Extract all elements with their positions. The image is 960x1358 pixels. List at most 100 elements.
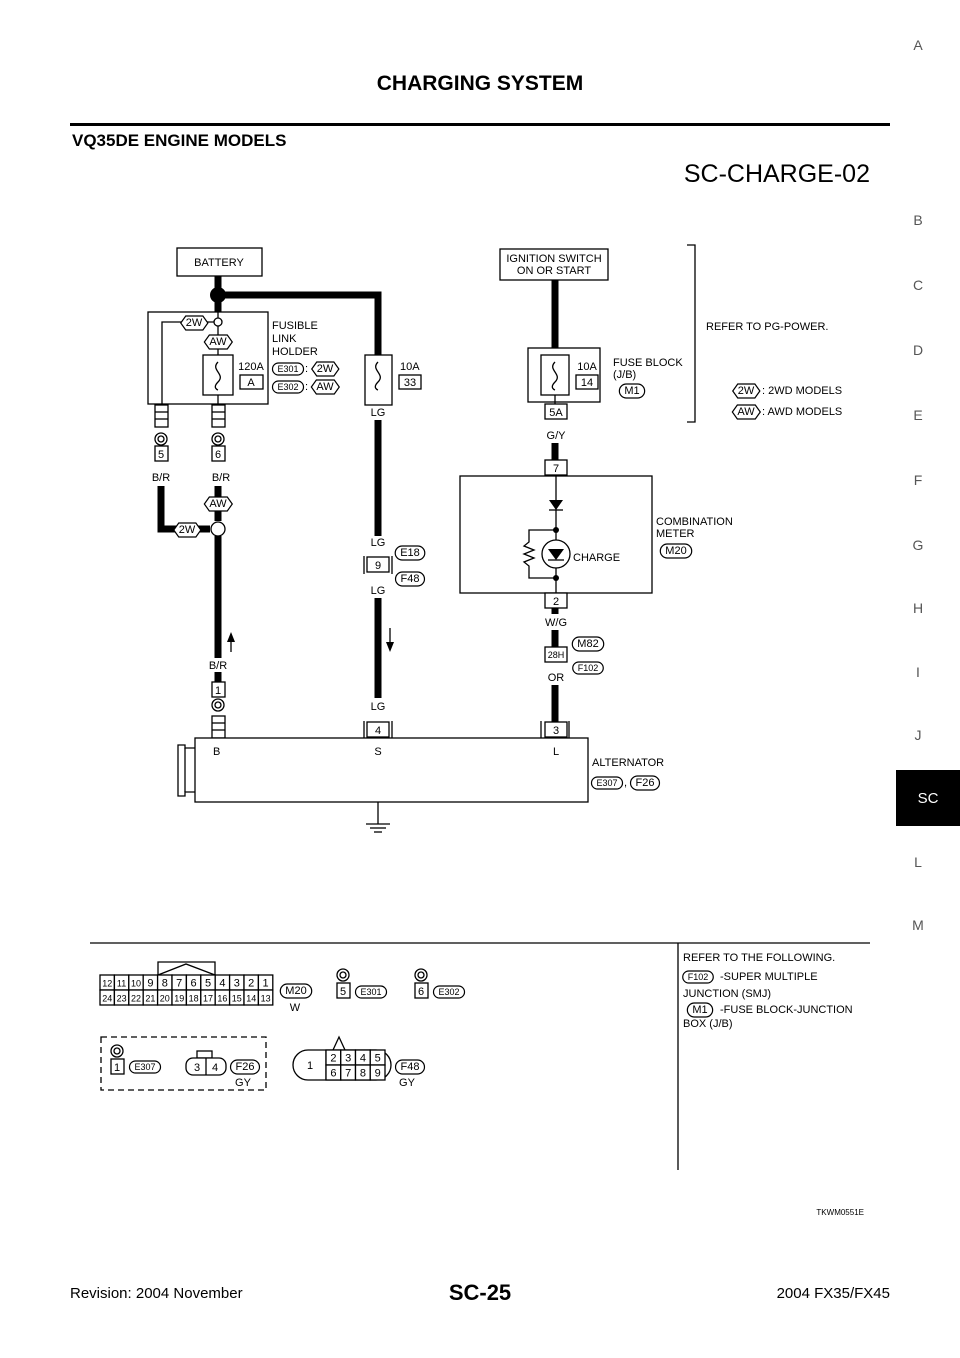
terminal-28h: 28H (548, 650, 565, 660)
pin-label: 3 (345, 1053, 351, 1065)
wire-color-wg: W/G (545, 617, 567, 629)
legend-tag-2w: 2W (738, 385, 755, 397)
colon: : (305, 381, 308, 393)
fuse-120a-box (202, 354, 234, 396)
holder-label-3: HOLDER (272, 346, 318, 358)
alternator-mount (177, 744, 195, 797)
tag-e301: E301 (360, 987, 381, 997)
alternator-terminal-b: B (213, 746, 220, 758)
junction (210, 521, 226, 537)
tag-f26: F26 (636, 777, 655, 789)
tag-2w: 2W (317, 363, 334, 375)
pin-label: 7 (345, 1068, 351, 1080)
terminal-2: 2 (553, 596, 559, 608)
tag-e301: E301 (277, 364, 298, 374)
connector-tab (196, 1050, 213, 1059)
tag-m1: M1 (624, 385, 639, 397)
pin-label: 13 (261, 994, 271, 1004)
charge-lamp-label: CHARGE (573, 552, 620, 564)
holder-label-2: LINK (272, 333, 297, 345)
pin-label: 20 (160, 994, 170, 1004)
pin-4: 4 (212, 1062, 218, 1074)
pin-label: 6 (191, 978, 197, 990)
pin-label: 5 (375, 1053, 381, 1065)
tag-2w: 2W (179, 524, 196, 536)
pin-label: 2 (248, 978, 254, 990)
pin-6: 6 (418, 986, 424, 998)
connector-stack (154, 404, 226, 428)
pin-label: 21 (145, 994, 155, 1004)
alternator-box (194, 737, 589, 803)
fuse-120a-location: A (247, 377, 255, 389)
pin-label: 19 (174, 994, 184, 1004)
connector-m20-face (157, 961, 216, 976)
wire-color-lg: LG (371, 585, 386, 597)
pin-label: 22 (131, 994, 141, 1004)
tag-m1: M1 (692, 1004, 707, 1016)
reference-line: BOX (J/B) (683, 1018, 733, 1030)
wire-color-br: B/R (212, 472, 230, 484)
pin-5: 5 (340, 986, 346, 998)
terminal-5: 5 (158, 449, 164, 461)
terminal-3: 3 (553, 725, 559, 737)
holder-label-1: FUSIBLE (272, 320, 318, 332)
colon: : (305, 363, 308, 375)
pin-label: 10 (131, 979, 141, 989)
pin-label: 1 (263, 978, 269, 990)
pin-label: 2 (330, 1053, 336, 1065)
fuse-10a-box (364, 354, 393, 406)
tag-e18: E18 (400, 547, 420, 559)
pin-label: 8 (360, 1068, 366, 1080)
reference-title: REFER TO THE FOLLOWING. (683, 952, 835, 964)
current-arrow-down-icon (386, 642, 394, 652)
tag-f102: F102 (688, 972, 709, 982)
terminal-4: 4 (375, 725, 381, 737)
pin-label: 4 (360, 1053, 366, 1065)
terminal-7: 7 (553, 463, 559, 475)
fuse-block-label-2: (J/B) (613, 369, 636, 381)
alternator-terminal-s: S (374, 746, 381, 758)
fuse-box (540, 354, 570, 396)
connector-color: GY (235, 1077, 252, 1089)
wire-color-or: OR (548, 672, 565, 684)
pin-label: 6 (330, 1068, 336, 1080)
fuse-block-location: 14 (581, 377, 593, 389)
wire-color-br: B/R (209, 660, 227, 672)
pin-label: 14 (246, 994, 256, 1004)
pin-3: 3 (194, 1062, 200, 1074)
ignition-label-1: IGNITION SWITCH (506, 253, 601, 265)
pin-label: 8 (162, 978, 168, 990)
tag-m20: M20 (285, 985, 306, 997)
pin-label: 15 (232, 994, 242, 1004)
connector-stack (211, 715, 226, 739)
tag-e302: E302 (277, 382, 298, 392)
figure-code: TKWM0551E (816, 1208, 864, 1217)
wire-color-br: B/R (152, 472, 170, 484)
reference-line: JUNCTION (SMJ) (683, 988, 771, 1000)
pin-label: 4 (219, 978, 225, 990)
terminal-5a: 5A (549, 407, 563, 419)
refer-pg-power: REFER TO PG-POWER. (706, 321, 828, 333)
tag-f48: F48 (401, 1061, 420, 1073)
comma: , (624, 777, 627, 789)
pin-label: 18 (189, 994, 199, 1004)
terminal-9: 9 (375, 560, 381, 572)
pin-label: 9 (147, 978, 153, 990)
tag-f26: F26 (236, 1061, 255, 1073)
connector-color: W (290, 1002, 301, 1014)
terminal-1: 1 (215, 685, 221, 697)
pin-label: 24 (102, 994, 112, 1004)
pin-label: 7 (176, 978, 182, 990)
meter-label-2: METER (656, 528, 695, 540)
tag-m82: M82 (577, 638, 598, 650)
ground-icon (366, 802, 390, 833)
fuse-10a-rating: 10A (400, 361, 420, 373)
fuse-block-label-1: FUSE BLOCK (613, 357, 683, 369)
battery-label: BATTERY (194, 257, 244, 269)
terminal-6: 6 (215, 449, 221, 461)
tag-aw: AW (209, 498, 227, 510)
tag-m20: M20 (665, 545, 686, 557)
pin-label: 23 (117, 994, 127, 1004)
pin-label: 11 (117, 979, 126, 989)
ignition-label-2: ON OR START (517, 265, 591, 277)
